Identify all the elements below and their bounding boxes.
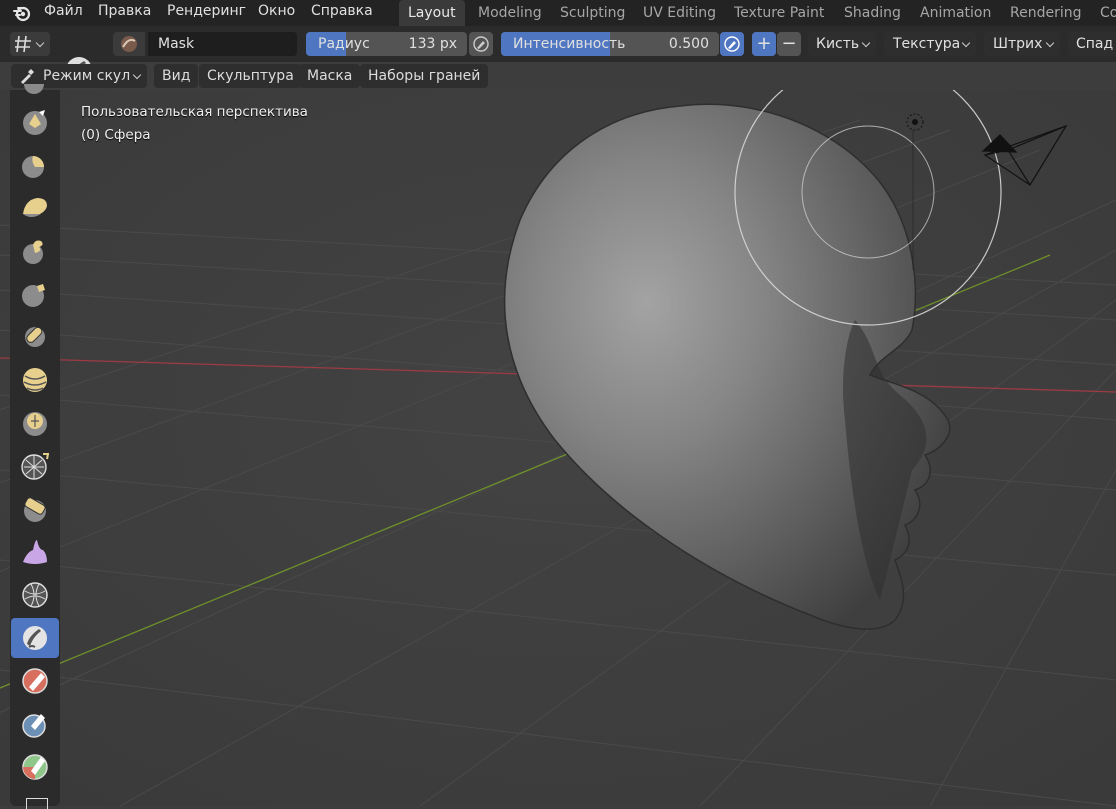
editor-type-selector[interactable] (10, 32, 50, 56)
radius-value: 133 px (408, 36, 457, 52)
radius-pressure-toggle[interactable] (469, 32, 493, 56)
radius-label: Радиус (318, 36, 370, 52)
grid-transform-icon (15, 35, 31, 53)
box-mask-icon (22, 714, 46, 738)
strength-pressure-toggle[interactable] (720, 32, 744, 56)
snake-hook-icon (23, 540, 47, 564)
clay-thumb-icon (23, 240, 43, 264)
tool-layer[interactable] (11, 274, 59, 314)
tool-settings-header: Mask Радиус 133 px Интенсивность 0.500 +… (0, 26, 1116, 83)
tab-sculpting[interactable]: Sculpting (551, 0, 634, 26)
brush-preview[interactable] (113, 32, 145, 56)
clay-strips-icon (23, 198, 47, 217)
tool-mask[interactable] (11, 618, 59, 658)
tool-mesh-filter[interactable] (11, 446, 59, 486)
brush-name-field[interactable]: Mask (148, 32, 297, 56)
falloff-menu[interactable]: Спад (1068, 32, 1116, 56)
scrape-icon (24, 497, 46, 522)
strength-value: 0.500 (668, 36, 709, 52)
cloth-icon (22, 582, 48, 608)
tool-inflate[interactable] (11, 317, 59, 357)
blender-logo-icon[interactable] (12, 3, 32, 23)
mask-icon (23, 626, 47, 650)
blob-icon (23, 368, 47, 392)
tab-uv-editing[interactable]: UV Editing (634, 0, 725, 26)
tab-layout[interactable]: Layout (399, 0, 465, 26)
tab-modeling[interactable]: Modeling (469, 0, 551, 26)
tool-scrape[interactable] (11, 489, 59, 529)
tab-rendering[interactable]: Rendering (1001, 0, 1091, 26)
tool-snake-hook[interactable] (11, 532, 59, 572)
menu-file[interactable]: Файл (44, 3, 83, 19)
mode-selector-label: Режим скул (43, 68, 131, 84)
menu-mask[interactable]: Маска (299, 64, 361, 88)
menu-edit[interactable]: Правка (98, 3, 151, 19)
direction-add-button[interactable]: + (752, 32, 776, 56)
draw-sharp-icon (23, 110, 47, 135)
pen-pressure-icon (724, 36, 740, 52)
draw-face-sets-icon (22, 668, 48, 694)
object-name-label: (0) Сфера (81, 127, 151, 143)
tool-blob[interactable] (11, 360, 59, 400)
top-menu-bar: Файл Правка Рендеринг Окно Справка Layou… (0, 0, 1116, 26)
inflate-icon (25, 326, 45, 347)
tab-texture-paint[interactable]: Texture Paint (725, 0, 833, 26)
sculpt-toolbar (10, 84, 60, 809)
toolbar-scroll-partial-tool (26, 798, 48, 809)
direction-subtract-button[interactable]: − (777, 32, 801, 56)
mesh-filter-icon (21, 453, 49, 480)
lasso-mask-icon (22, 754, 48, 780)
viewport-scene (0, 90, 1116, 806)
tool-draw-face-sets[interactable] (11, 661, 59, 701)
tab-animation[interactable]: Animation (911, 0, 1000, 26)
texture-menu[interactable]: Текстура (884, 32, 976, 56)
menu-window[interactable]: Окно (258, 3, 295, 19)
clay-icon (22, 156, 44, 178)
pen-pressure-icon (473, 36, 489, 52)
tool-crease[interactable] (11, 403, 59, 443)
menu-sculpt[interactable]: Скульптура (199, 64, 302, 88)
toolbar-scroll-partial-tool (24, 84, 44, 94)
brush-texture-icon (121, 36, 137, 52)
layer-icon (22, 284, 45, 307)
tool-draw-sharp[interactable] (11, 102, 59, 142)
view-name-label: Пользовательская перспектива (81, 104, 308, 120)
sculpt-mode-icon (21, 69, 34, 84)
viewport-header: Режим скул Вид Скульптура Маска Наборы г… (0, 62, 1116, 90)
crease-icon (23, 412, 47, 436)
tool-box-mask[interactable] (11, 704, 59, 744)
tab-shading[interactable]: Shading (835, 0, 910, 26)
menu-help[interactable]: Справка (311, 3, 373, 19)
tool-lasso-mask[interactable] (11, 747, 59, 787)
tool-cloth[interactable] (11, 575, 59, 615)
strength-label: Интенсивность (513, 36, 626, 52)
tool-clay-thumb[interactable] (11, 231, 59, 271)
3d-viewport[interactable]: Пользовательская перспектива (0) Сфера (0, 90, 1116, 806)
menu-view[interactable]: Вид (154, 64, 199, 88)
menu-face-sets[interactable]: Наборы граней (360, 64, 489, 88)
tab-compositing[interactable]: Co (1091, 0, 1116, 26)
menu-render[interactable]: Рендеринг (167, 3, 246, 19)
strength-slider[interactable]: Интенсивность 0.500 (501, 32, 719, 56)
tool-clay[interactable] (11, 145, 59, 185)
brush-menu[interactable]: Кисть (808, 32, 876, 56)
stroke-menu[interactable]: Штрих (984, 32, 1060, 56)
radius-slider[interactable]: Радиус 133 px (306, 32, 467, 56)
tool-clay-strips[interactable] (11, 188, 59, 228)
